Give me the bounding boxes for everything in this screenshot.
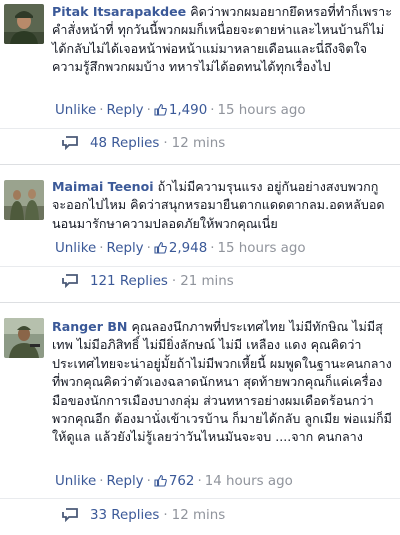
replies-time: 21 mins	[180, 274, 234, 289]
separator: ·	[146, 474, 151, 489]
soldiers-avatar-icon	[4, 180, 44, 220]
like-count-value: 762	[168, 474, 195, 489]
thumbs-up-icon	[154, 103, 167, 116]
replies-count: 121 Replies	[90, 274, 168, 289]
unlike-link[interactable]: Unlike	[55, 474, 96, 489]
unlike-link[interactable]: Unlike	[55, 103, 96, 118]
separator: ·	[146, 103, 151, 118]
separator: ·	[197, 474, 202, 489]
separator: ·	[99, 103, 104, 118]
separator: ·	[210, 241, 215, 256]
separator: ·	[171, 274, 177, 289]
comment-actions: Unlike · Reply · 1,490 · 15 hours ago	[55, 103, 306, 118]
reply-arrow-icon	[62, 508, 78, 522]
comment-text: คุณลองนึกภาพที่ประเทศไทย ไม่มีทักษิณ ไม่…	[52, 319, 392, 445]
like-count[interactable]: 762	[154, 474, 195, 489]
comment-author[interactable]: Ranger BN	[52, 319, 127, 334]
reply-link[interactable]: Reply	[107, 103, 144, 118]
avatar[interactable]	[4, 180, 44, 220]
separator: ·	[163, 136, 168, 151]
replies-count: 33 Replies	[90, 508, 160, 523]
divider	[0, 266, 400, 267]
divider	[0, 164, 400, 165]
unlike-link[interactable]: Unlike	[55, 241, 96, 256]
comment-author[interactable]: Maimai Teenoi	[52, 179, 154, 194]
comment-actions: Unlike · Reply · 2,948 · 15 hours ago	[55, 241, 306, 256]
comment-author[interactable]: Pitak Itsarapakdee	[52, 4, 186, 19]
timestamp[interactable]: 15 hours ago	[217, 241, 305, 256]
thumbs-up-icon	[154, 241, 167, 254]
view-replies-link[interactable]: 48 Replies · 12 mins	[62, 136, 225, 151]
divider	[0, 302, 400, 303]
like-count-value: 2,948	[168, 241, 208, 256]
like-count-value: 1,490	[168, 103, 208, 118]
reply-link[interactable]: Reply	[107, 474, 144, 489]
divider	[0, 498, 400, 499]
avatar[interactable]	[4, 318, 44, 358]
divider	[0, 128, 400, 129]
separator: ·	[146, 241, 151, 256]
comment-actions: Unlike · Reply · 762 · 14 hours ago	[55, 474, 293, 489]
replies-time: 12 mins	[171, 508, 226, 523]
separator: ·	[99, 474, 104, 489]
soldier-avatar-icon	[4, 318, 44, 358]
reply-arrow-icon	[62, 274, 78, 288]
separator: ·	[99, 241, 104, 256]
timestamp[interactable]: 14 hours ago	[205, 474, 293, 489]
like-count[interactable]: 2,948	[154, 241, 207, 256]
timestamp[interactable]: 15 hours ago	[217, 103, 305, 118]
separator: ·	[210, 103, 215, 118]
view-replies-link[interactable]: 33 Replies · 12 mins	[62, 508, 225, 523]
like-count[interactable]: 1,490	[154, 103, 207, 118]
reply-arrow-icon	[62, 136, 78, 150]
soldier-avatar-icon	[4, 4, 44, 44]
replies-time: 12 mins	[171, 136, 226, 151]
reply-link[interactable]: Reply	[107, 241, 144, 256]
thumbs-up-icon	[154, 474, 167, 487]
replies-count: 48 Replies	[90, 136, 160, 151]
view-replies-link[interactable]: 121 Replies · 21 mins	[62, 274, 234, 289]
separator: ·	[163, 508, 168, 523]
avatar[interactable]	[4, 4, 44, 44]
